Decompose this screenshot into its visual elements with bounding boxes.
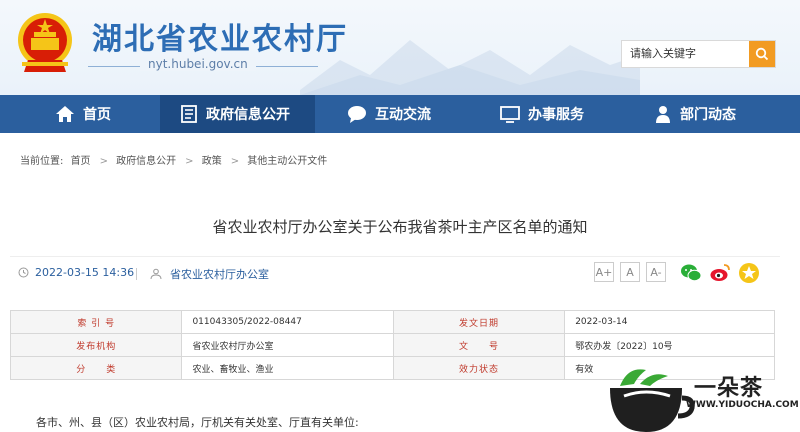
nav-item-dept-news[interactable]: 部门动态 — [654, 95, 736, 133]
search-icon — [755, 47, 769, 61]
nav-item-home[interactable]: 首页 — [55, 95, 111, 133]
nav-item-interaction[interactable]: 互动交流 — [347, 95, 431, 133]
nav-item-label: 首页 — [83, 107, 111, 123]
nav-item-label: 办事服务 — [528, 107, 584, 123]
monitor-icon — [500, 106, 520, 123]
breadcrumb-prefix: 当前位置: — [20, 156, 64, 167]
nav-item-label: 部门动态 — [680, 107, 736, 123]
breadcrumb-separator: > — [99, 156, 108, 167]
nav-item-label: 政府信息公开 — [206, 107, 290, 123]
site-url: nyt.hubei.gov.cn — [140, 57, 256, 71]
page-title: 省农业农村厅办公室关于公布我省茶叶主产区名单的通知 — [212, 218, 588, 236]
font-size-increase-button[interactable]: A+ — [594, 262, 614, 282]
document-icon — [181, 105, 197, 123]
nav-item-services[interactable]: 办事服务 — [500, 95, 584, 133]
table-value: 农业、畜牧业、渔业 — [181, 356, 394, 380]
table-key: 文 号 — [392, 333, 566, 357]
nav-item-label: 互动交流 — [375, 107, 431, 123]
font-size-decrease-button[interactable]: A- — [646, 262, 666, 282]
table-row: 发布机构 省农业农村厅办公室 文 号 鄂农办发〔2022〕10号 — [9, 333, 775, 357]
mountain-decoration — [300, 40, 640, 95]
table-value: 2022-03-14 — [564, 310, 775, 334]
breadcrumb-item[interactable]: 政策 — [202, 156, 222, 167]
breadcrumb-item[interactable]: 政府信息公开 — [116, 156, 176, 167]
table-value: 鄂农办发〔2022〕10号 — [564, 333, 775, 357]
article-meta: 2022-03-15 14:36 省农业农村厅办公室 A+ A A- — [10, 256, 780, 289]
publish-date: 2022-03-15 14:36 — [18, 266, 134, 279]
breadcrumb-separator: > — [230, 156, 240, 167]
breadcrumb-item[interactable]: 其他主动公开文件 — [247, 156, 327, 167]
chat-icon — [348, 106, 366, 123]
logo-name: 一朵茶 — [694, 376, 764, 401]
publish-source-text: 省农业农村厅办公室 — [170, 268, 269, 281]
wechat-icon[interactable] — [680, 262, 702, 284]
person-icon — [656, 106, 670, 123]
divider — [136, 268, 137, 280]
table-key: 分 类 — [9, 356, 183, 380]
publish-date-text: 2022-03-15 14:36 — [35, 266, 135, 279]
site-header: 湖北省农业农村厅 nyt.hubei.gov.cn — [0, 0, 800, 95]
home-icon — [56, 106, 74, 122]
table-key: 效力状态 — [392, 356, 566, 380]
table-key: 索 引 号 — [9, 310, 183, 334]
favorite-icon[interactable] — [738, 262, 760, 284]
nav-item-gov-info[interactable]: 政府信息公开 — [160, 95, 315, 133]
article-body: 各市、州、县（区）农业农村局，厅机关有关处室、厅直有关单位: — [36, 416, 359, 429]
weibo-icon[interactable] — [709, 262, 731, 284]
publish-source: 省农业农村厅办公室 — [150, 266, 269, 282]
breadcrumb-separator: > — [185, 156, 194, 167]
breadcrumb-item[interactable]: 首页 — [71, 156, 91, 167]
main-nav: 首页 政府信息公开 互动交流 办事服务 部门动态 — [0, 95, 800, 133]
table-key: 发文日期 — [392, 310, 566, 334]
search-box — [621, 40, 776, 68]
search-button[interactable] — [749, 41, 775, 67]
table-key: 发布机构 — [9, 333, 183, 357]
site-name[interactable]: 湖北省农业农村厅 — [92, 14, 348, 58]
table-value: 011043305/2022-08447 — [181, 310, 394, 334]
clock-icon — [18, 267, 29, 278]
search-input[interactable] — [622, 41, 744, 67]
logo-url: WWW.YIDUOCHA.COM — [686, 400, 799, 410]
table-value: 省农业农村厅办公室 — [181, 333, 394, 357]
font-size-default-button[interactable]: A — [620, 262, 640, 282]
breadcrumb: 当前位置: 首页 > 政府信息公开 > 政策 > 其他主动公开文件 — [20, 152, 331, 167]
national-emblem-icon — [18, 13, 72, 72]
organization-icon — [150, 268, 162, 280]
table-row: 索 引 号 011043305/2022-08447 发文日期 2022-03-… — [9, 310, 775, 334]
